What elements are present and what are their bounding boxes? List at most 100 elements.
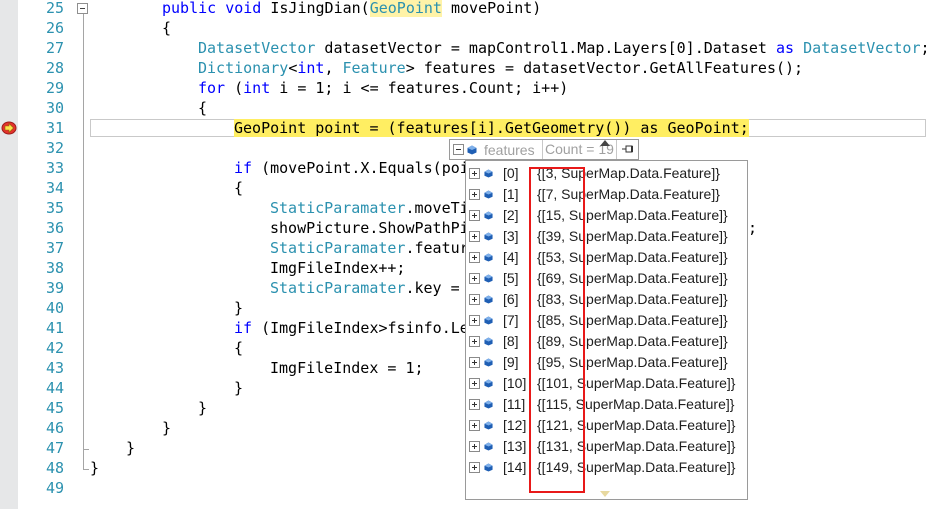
plus-expander-icon[interactable] [469,420,480,431]
code-line-40[interactable]: } [234,298,243,318]
field-cube-icon [484,295,493,304]
plus-expander-icon[interactable] [469,231,480,242]
code-line-38[interactable]: ImgFileIndex++; [270,258,405,278]
field-cube-icon [484,232,493,241]
plus-expander-icon[interactable] [469,168,480,179]
indicator-margin[interactable] [0,0,18,509]
datatip-row-index: [7] [503,312,519,328]
datatip-row-index: [3] [503,228,519,244]
code-editor[interactable]: 25 26 27 28 29 30 31 32 33 34 35 36 37 3… [0,0,926,509]
datatip-row[interactable]: [2] {[15, SuperMap.Data.Feature]} [466,205,747,226]
plus-expander-icon[interactable] [469,273,480,284]
field-cube-icon [484,253,493,262]
collapse-icon[interactable] [77,3,88,14]
code-line-45[interactable]: } [198,398,207,418]
datatip-list[interactable]: [0] {[3, SuperMap.Data.Feature]} [1] {[7, … [465,160,748,500]
code-line-43[interactable]: ImgFileIndex = 1; [270,358,424,378]
line-number: 46 [45,419,64,437]
line-number: 26 [45,19,64,37]
code-line-27[interactable]: DatasetVector datasetVector = mapControl… [198,38,926,58]
line-number: 32 [45,139,64,157]
datatip-row[interactable]: [9] {[95, SuperMap.Data.Feature]} [466,352,747,373]
line-number: 27 [45,39,64,57]
code-line-29[interactable]: for (int i = 1; i <= features.Count; i++… [198,78,568,98]
expand-icon[interactable] [453,144,464,155]
field-cube-icon [484,400,493,409]
outline-end-tick [83,449,89,450]
field-cube-icon [484,190,493,199]
datatip-row-index: [0] [503,165,519,181]
code-line-28[interactable]: Dictionary<int, Feature> features = data… [198,58,803,78]
plus-expander-icon[interactable] [469,462,480,473]
line-number: 45 [45,399,64,417]
plus-expander-icon[interactable] [469,210,480,221]
datatip-row-index: [14] [503,459,527,475]
line-number: 42 [45,339,64,357]
datatip-row-index: [1] [503,186,519,202]
code-line-39[interactable]: StaticParamater.key = [270,278,469,298]
plus-expander-icon[interactable] [469,378,480,389]
datatip-row[interactable]: [8] {[89, SuperMap.Data.Feature]} [466,331,747,352]
plus-expander-icon[interactable] [469,357,480,368]
field-cube-icon [484,211,493,220]
datatip-row[interactable]: [0] {[3, SuperMap.Data.Feature]} [466,163,747,184]
code-line-48[interactable]: } [90,458,99,478]
plus-expander-icon[interactable] [469,189,480,200]
datatip-row[interactable]: [11] {[115, SuperMap.Data.Feature]} [466,394,747,415]
code-line-25[interactable]: public void IsJingDian(GeoPoint movePoin… [162,0,541,18]
code-line-26[interactable]: { [162,18,171,38]
code-line-31[interactable]: GeoPoint point = (features[i].GetGeometr… [234,118,749,138]
field-cube-icon [484,463,493,472]
field-cube-icon [484,442,493,451]
code-line-46[interactable]: } [162,418,171,438]
plus-expander-icon[interactable] [469,315,480,326]
outline-end-tick [83,469,89,470]
pin-icon[interactable] [622,144,636,154]
datatip-row-index: [11] [503,396,526,412]
datatip-row[interactable]: [10] {[101, SuperMap.Data.Feature]} [466,373,747,394]
plus-expander-icon[interactable] [469,441,480,452]
code-line-35[interactable]: StaticParamater.moveTi [270,198,469,218]
field-cube-icon [484,379,493,388]
field-cube-icon [484,358,493,367]
datatip-row[interactable]: [14] {[149, SuperMap.Data.Feature]} [466,457,747,478]
datatip-row[interactable]: [3] {[39, SuperMap.Data.Feature]} [466,226,747,247]
datatip-row[interactable]: [12] {[121, SuperMap.Data.Feature]} [466,415,747,436]
scroll-up-arrow-icon[interactable] [600,140,610,146]
field-cube-icon [484,421,493,430]
code-line-34[interactable]: { [234,178,243,198]
plus-expander-icon[interactable] [469,294,480,305]
plus-expander-icon[interactable] [469,399,480,410]
code-line-42[interactable]: { [234,338,243,358]
line-number: 29 [45,79,64,97]
plus-expander-icon[interactable] [469,252,480,263]
line-number: 44 [45,379,64,397]
datatip-row[interactable]: [6] {[83, SuperMap.Data.Feature]} [466,289,747,310]
datatip-row-index: [4] [503,249,519,265]
plus-expander-icon[interactable] [469,336,480,347]
current-statement-arrow-icon[interactable] [1,121,17,135]
scroll-down-arrow-icon[interactable] [600,491,610,497]
field-cube-icon [467,145,477,155]
line-number: 25 [45,0,64,17]
code-line-41[interactable]: if (ImgFileIndex>fsinfo.Le [234,318,469,338]
line-number: 33 [45,159,64,177]
code-line-30[interactable]: { [198,98,207,118]
code-line-33[interactable]: if (movePoint.X.Equals(poi [234,158,469,178]
field-cube-icon [484,316,493,325]
code-line-44[interactable]: } [234,378,243,398]
datatip-row[interactable]: [7] {[85, SuperMap.Data.Feature]} [466,310,747,331]
outline-line [83,10,84,469]
datatip-header[interactable]: features Count = 19 [449,139,639,160]
line-number: 43 [45,359,64,377]
datatip-row[interactable]: [1] {[7, SuperMap.Data.Feature]} [466,184,747,205]
line-number: 36 [45,219,64,237]
datatip-row[interactable]: [5] {[69, SuperMap.Data.Feature]} [466,268,747,289]
datatip-row-index: [12] [503,417,527,433]
code-line-36[interactable]: showPicture.ShowPathPi [270,218,469,238]
code-line-47[interactable]: } [126,438,135,458]
datatip-row[interactable]: [13] {[131, SuperMap.Data.Feature]} [466,436,747,457]
datatip-row[interactable]: [4] {[53, SuperMap.Data.Feature]} [466,247,747,268]
code-line-37[interactable]: StaticParamater.featur [270,238,469,258]
datatip-variable-name: features [484,142,535,158]
